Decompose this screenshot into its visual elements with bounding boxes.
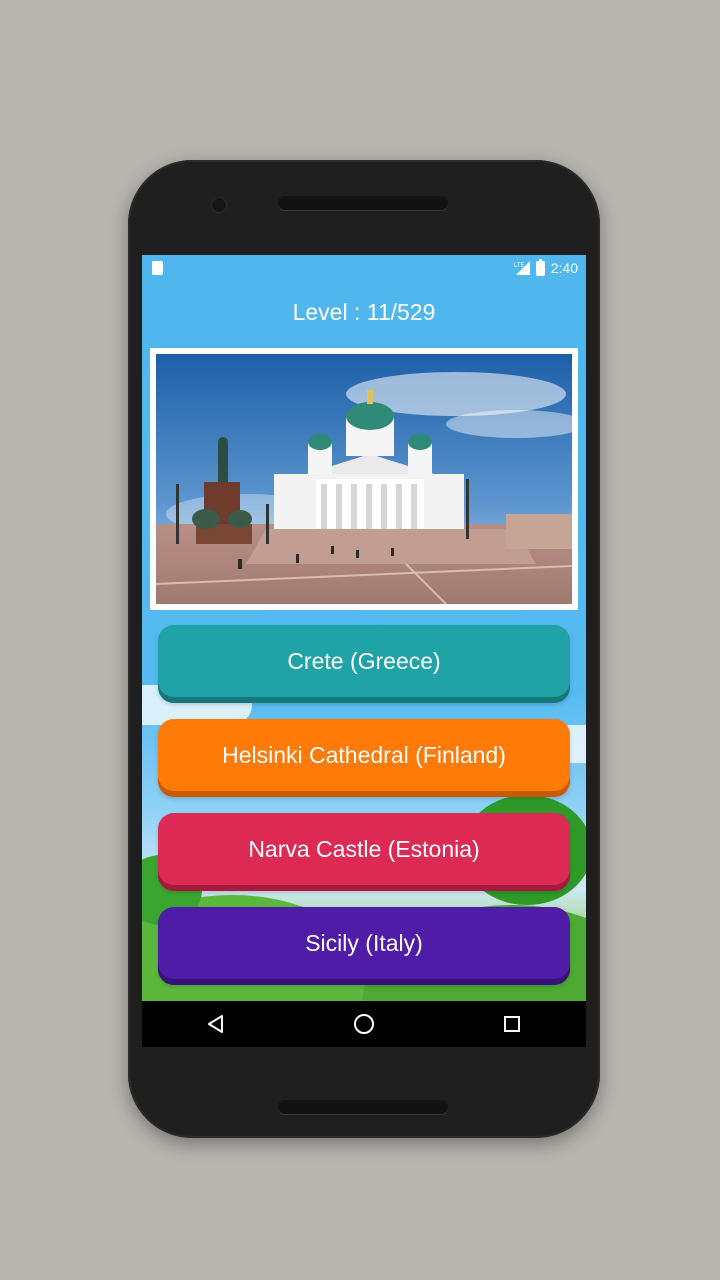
back-triangle-icon <box>208 1015 223 1033</box>
front-camera <box>212 198 226 212</box>
level-counter: Level : 11/529 <box>292 299 436 325</box>
landmark-photo <box>156 354 572 604</box>
battery-charging-icon <box>535 258 545 276</box>
home-circle-icon <box>354 1014 374 1034</box>
bottom-speaker <box>278 1100 448 1114</box>
svg-text:LTE: LTE <box>514 263 525 269</box>
lte-signal-icon: LTE <box>514 261 530 275</box>
back-button[interactable] <box>186 1001 246 1047</box>
recents-button[interactable] <box>482 1001 542 1047</box>
home-button[interactable] <box>334 1001 394 1047</box>
answer-button-1[interactable]: Crete (Greece) <box>158 625 570 703</box>
answer-button-4[interactable]: Sicily (Italy) <box>158 907 570 985</box>
quiz-photo-frame <box>150 348 578 610</box>
status-time: 2:40 <box>550 260 578 276</box>
phone-frame: LTE 2:40 Level : 11/529 Crete (Greece) H… <box>128 160 600 1138</box>
answer-button-3[interactable]: Narva Castle (Estonia) <box>158 813 570 891</box>
answer-button-2[interactable]: Helsinki Cathedral (Finland) <box>158 719 570 797</box>
recents-square-icon <box>504 1016 520 1032</box>
top-speaker <box>278 196 448 210</box>
system-nav-bar <box>142 1001 586 1047</box>
sd-card-icon <box>152 261 163 275</box>
app-screen: LTE 2:40 Level : 11/529 Crete (Greece) H… <box>142 255 586 1047</box>
status-bar: LTE 2:40 <box>142 255 586 283</box>
